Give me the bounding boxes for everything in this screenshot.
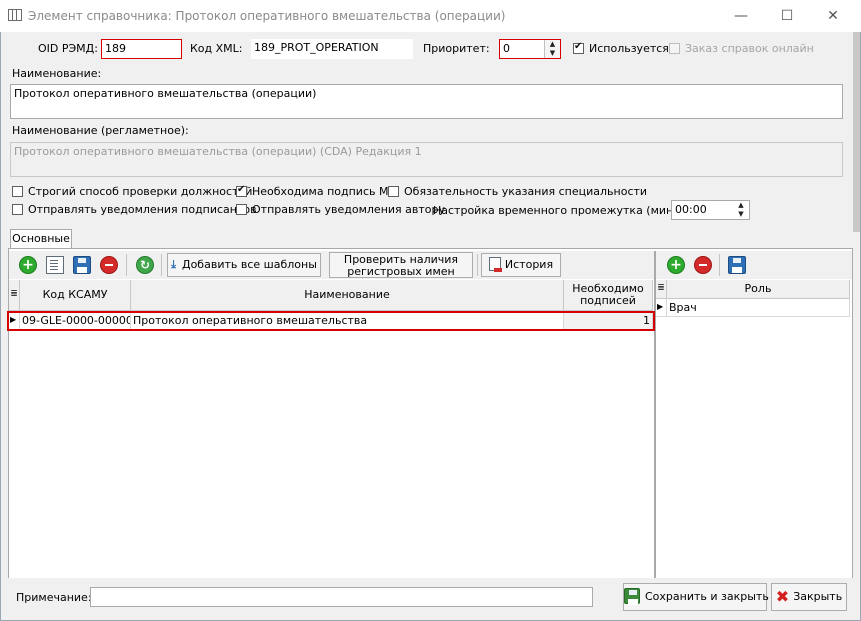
add-role-icon[interactable]: + [667, 256, 685, 274]
close-label: Закрыть [793, 590, 843, 603]
toolbar-separator [126, 254, 127, 276]
specialty-label: Обязательность указания специальности [404, 185, 648, 198]
strict-check-label: Строгий способ проверки должностей [28, 185, 253, 198]
add-all-templates-button[interactable]: ⤓ Добавить все шаблоны [167, 253, 321, 277]
roles-toolbar [656, 251, 852, 279]
specialty-checkbox[interactable]: Обязательность указания специальности [388, 185, 647, 198]
name-label: Наименование: [12, 67, 102, 80]
checkbox-icon [12, 186, 23, 197]
order-online-label: Заказ справок онлайн [685, 42, 814, 55]
mo-sign-label: Необходима подпись МО [252, 185, 398, 198]
delete-role-icon[interactable] [694, 256, 712, 274]
xml-code-field[interactable]: 189_PROT_OPERATION [251, 39, 413, 59]
column-header-name[interactable]: Наименование [131, 280, 564, 311]
note-label: Примечание: [16, 591, 92, 604]
signatures-header-line-2: подписей [580, 294, 636, 307]
maximize-button[interactable]: ☐ [764, 4, 810, 28]
history-icon [488, 257, 502, 272]
note-input[interactable] [90, 587, 593, 607]
used-label: Используется [589, 42, 669, 55]
column-header-code[interactable]: Код КСАМУ [20, 280, 131, 311]
add-icon[interactable]: + [19, 256, 37, 274]
save-icon[interactable] [73, 256, 91, 274]
notify-author-label: Отправлять уведомления автору [252, 203, 445, 216]
roles-grid-menu-icon[interactable]: ≣ [656, 280, 667, 299]
check-registry-button[interactable]: Проверить наличия регистровых имен [329, 252, 473, 278]
xml-label: Код XML: [190, 42, 243, 55]
checkbox-icon [236, 204, 247, 215]
save-close-icon [624, 588, 640, 605]
save-close-button[interactable]: Сохранить и закрыть [623, 583, 769, 611]
add-all-templates-label: Добавить все шаблоны [181, 258, 317, 271]
check-icon [573, 41, 584, 54]
check-registry-label-2: регистровых имен [347, 265, 455, 278]
table-row[interactable] [7, 311, 655, 331]
time-interval-label: Настройка временного промежутка (минуты)… [433, 204, 703, 217]
used-checkbox[interactable]: Используется [573, 41, 669, 55]
tab-main[interactable]: Основные [10, 229, 72, 249]
history-label: История [504, 258, 554, 271]
grid-menu-icon[interactable]: ≣ [9, 280, 20, 311]
save-close-label: Сохранить и закрыть [645, 590, 769, 603]
role-row-indicator-icon: ▶ [656, 299, 667, 317]
download-icon: ⤓ [171, 258, 176, 271]
strict-check-checkbox[interactable]: Строгий способ проверки должностей [12, 185, 252, 198]
name-textarea[interactable]: Протокол оперативного вмешательства (опе… [10, 84, 843, 119]
notify-signers-label: Отправлять уведомления подписантов [28, 203, 257, 216]
column-header-role[interactable]: Роль [667, 280, 850, 299]
toolbar-separator [719, 254, 720, 276]
time-stepper[interactable]: ▲ ▼ [733, 201, 749, 219]
role-cell[interactable]: Врач [667, 299, 850, 317]
toolbar-separator [161, 254, 162, 276]
app-icon [8, 9, 22, 21]
close-window-button[interactable]: ✕ [810, 4, 856, 28]
check-icon [236, 184, 247, 197]
notify-author-checkbox[interactable]: Отправлять уведомления автору [236, 203, 445, 216]
reg-name-textarea: Протокол оперативного вмешательства (опе… [10, 142, 843, 177]
column-header-signatures[interactable]: Необходимо подписей [564, 280, 653, 311]
toolbar-separator [477, 254, 478, 276]
checkbox-icon [669, 43, 680, 54]
save-role-icon[interactable] [728, 256, 746, 274]
priority-stepper[interactable]: ▲ ▼ [544, 40, 560, 58]
close-button[interactable]: ✖ Закрыть [771, 583, 847, 611]
checkbox-icon [12, 204, 23, 215]
oid-label: OID РЭМД: [38, 42, 98, 55]
mo-sign-checkbox[interactable]: Необходима подпись МО [236, 184, 398, 198]
history-button[interactable]: История [481, 253, 561, 277]
window-title: Элемент справочника: Протокол оперативно… [28, 9, 506, 23]
priority-label: Приоритет: [423, 42, 490, 55]
refresh-icon[interactable]: ↻ [136, 256, 154, 274]
reg-name-label: Наименование (регламетное): [12, 124, 189, 137]
notify-signers-checkbox[interactable]: Отправлять уведомления подписантов [12, 203, 257, 216]
checkbox-icon [388, 186, 399, 197]
order-online-checkbox[interactable]: Заказ справок онлайн [669, 42, 814, 55]
delete-icon[interactable] [100, 256, 118, 274]
oid-input[interactable]: 189 [101, 39, 182, 59]
close-x-icon: ✖ [775, 587, 790, 606]
vertical-scrollbar[interactable] [853, 32, 860, 232]
minimize-button[interactable]: — [718, 4, 764, 28]
edit-doc-icon[interactable] [46, 256, 64, 274]
